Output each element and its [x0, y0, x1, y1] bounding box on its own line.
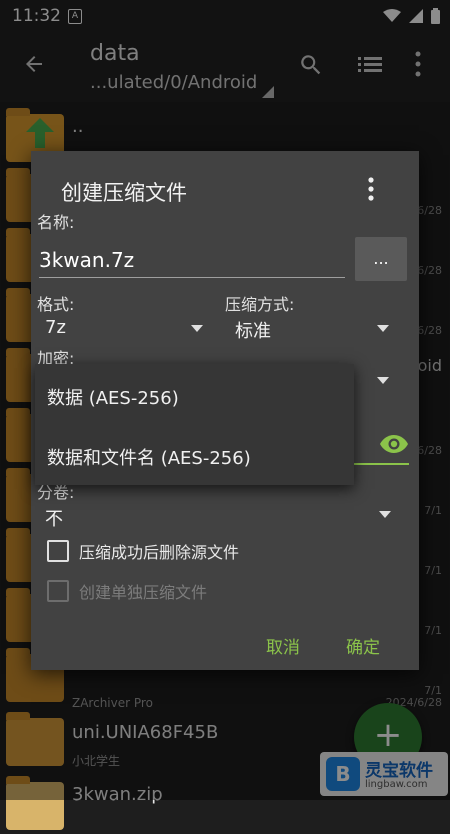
encrypt-option-data-and-names[interactable]: 数据和文件名 (AES-256)	[47, 444, 251, 470]
method-label: 压缩方式:	[225, 295, 295, 314]
encrypt-option-data[interactable]: 数据 (AES-256)	[47, 384, 179, 410]
dialog-menu-icon[interactable]	[367, 177, 375, 201]
browse-button[interactable]: ...	[355, 237, 407, 281]
method-select[interactable]: 标准	[235, 313, 395, 343]
show-password-icon[interactable]	[379, 433, 409, 455]
split-select[interactable]: 不	[45, 501, 395, 531]
encrypt-chevron-icon[interactable]	[377, 377, 389, 384]
split-value: 不	[45, 509, 63, 530]
separate-archives-label: 创建单独压缩文件	[79, 583, 208, 602]
encryption-dropdown: 数据 (AES-256) 数据和文件名 (AES-256)	[35, 364, 354, 485]
format-select[interactable]: 7z	[45, 313, 205, 343]
chevron-down-icon	[191, 325, 203, 332]
format-value: 7z	[45, 317, 66, 338]
archive-name-input[interactable]: 3kwan.7z	[39, 243, 345, 278]
delete-after-checkbox-row[interactable]: 压缩成功后删除源文件	[47, 538, 347, 566]
format-label: 格式:	[37, 295, 75, 314]
cancel-button[interactable]: 取消	[266, 633, 300, 658]
separate-archives-checkbox	[47, 580, 69, 602]
name-label: 名称:	[37, 213, 75, 232]
dialog-title: 创建压缩文件	[61, 181, 187, 205]
separate-archives-checkbox-row: 创建单独压缩文件	[47, 578, 347, 606]
chevron-down-icon	[377, 325, 389, 332]
delete-after-checkbox[interactable]	[47, 540, 69, 562]
method-value: 标准	[235, 321, 271, 342]
chevron-down-icon	[379, 511, 391, 518]
password-field[interactable]	[353, 463, 409, 465]
delete-after-label: 压缩成功后删除源文件	[79, 543, 240, 562]
ok-button[interactable]: 确定	[346, 633, 380, 658]
